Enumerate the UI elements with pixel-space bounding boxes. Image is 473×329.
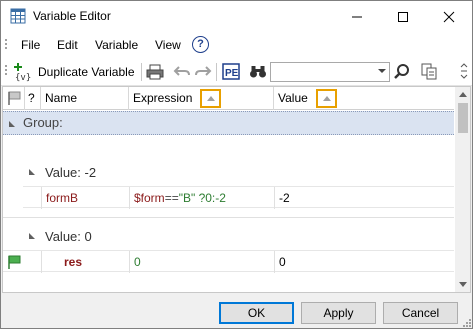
- minimize-icon: [352, 16, 362, 17]
- svg-text:{v}: {v}: [15, 73, 31, 82]
- svg-text:PE: PE: [225, 68, 239, 79]
- group-label: Group:: [23, 115, 63, 130]
- expr-rest: ?0:-2: [195, 191, 226, 205]
- group-row[interactable]: Group:: [3, 111, 454, 135]
- property-editor-icon[interactable]: PE: [222, 62, 240, 82]
- column-header-name[interactable]: Name: [41, 87, 129, 110]
- row-value-cell[interactable]: 0: [274, 251, 454, 273]
- menu-grip-handle[interactable]: [5, 39, 8, 51]
- scroll-thumb[interactable]: [458, 103, 468, 133]
- expr-string: "B": [178, 191, 196, 205]
- flag-header-icon: [8, 91, 21, 105]
- resize-grip-icon[interactable]: [462, 318, 472, 328]
- menu-file[interactable]: File: [21, 38, 40, 52]
- search-dropdown-icon[interactable]: [378, 69, 386, 73]
- row-flag-cell[interactable]: [3, 251, 41, 273]
- help-circle-icon[interactable]: ?: [192, 36, 209, 53]
- new-variable-icon[interactable]: {v}: [13, 62, 35, 82]
- sort-ascending-icon[interactable]: [200, 89, 221, 108]
- row-value-cell[interactable]: -2: [274, 187, 454, 209]
- subgroup-label: Value: 0: [45, 229, 92, 244]
- title-bar: Variable Editor: [1, 1, 472, 32]
- window-title: Variable Editor: [33, 9, 111, 23]
- row-name-cell[interactable]: res: [41, 251, 129, 273]
- table-row[interactable]: res 0 0: [3, 250, 454, 273]
- maximize-icon: [398, 11, 408, 22]
- row-expression-cell[interactable]: 0: [129, 251, 274, 273]
- copy-icon[interactable]: [420, 62, 438, 82]
- menu-view[interactable]: View: [155, 38, 181, 52]
- close-button[interactable]: [426, 1, 472, 32]
- toolbar-overflow-icon[interactable]: [459, 62, 469, 82]
- minimize-button[interactable]: [334, 1, 380, 32]
- column-header-expression[interactable]: Expression: [129, 87, 274, 110]
- duplicate-variable-button[interactable]: Duplicate Variable: [38, 65, 135, 79]
- table-row[interactable]: formB $form=="B" ?0:-2 -2: [23, 186, 454, 209]
- redo-icon[interactable]: [194, 62, 212, 82]
- collapse-triangle-icon[interactable]: [9, 121, 15, 127]
- scroll-down-icon[interactable]: [459, 282, 467, 287]
- search-go-icon[interactable]: [393, 62, 411, 82]
- toolbar: {v} Duplicate Variable PE: [1, 58, 472, 86]
- expr-operator: ==: [164, 191, 179, 205]
- column-header-expression-label: Expression: [133, 91, 193, 105]
- binoculars-find-icon[interactable]: [249, 62, 267, 82]
- toolbar-separator: [216, 63, 217, 81]
- cancel-button[interactable]: Cancel: [383, 302, 458, 324]
- apply-button[interactable]: Apply: [301, 302, 376, 324]
- toolbar-separator: [141, 63, 142, 81]
- menu-variable[interactable]: Variable: [95, 38, 138, 52]
- print-icon[interactable]: [146, 62, 164, 82]
- subgroup-label: Value: -2: [45, 165, 97, 180]
- menu-edit[interactable]: Edit: [57, 38, 78, 52]
- expr-variable: $form: [134, 191, 165, 205]
- divider: [3, 217, 454, 218]
- grid-header: ? Name Expression Value: [3, 87, 454, 110]
- flag-column-header[interactable]: [3, 87, 25, 110]
- menu-bar: File Edit Variable View ?: [1, 32, 472, 58]
- column-header-value[interactable]: Value: [274, 87, 454, 110]
- sort-ascending-icon[interactable]: [316, 89, 337, 108]
- collapse-triangle-icon[interactable]: [29, 233, 35, 239]
- maximize-button[interactable]: [380, 1, 426, 32]
- green-flag-icon: [8, 255, 21, 269]
- close-icon: [443, 11, 455, 22]
- row-flag-cell[interactable]: [23, 187, 41, 209]
- collapse-triangle-icon[interactable]: [29, 169, 35, 175]
- search-input[interactable]: [270, 62, 390, 82]
- undo-icon[interactable]: [173, 62, 191, 82]
- ok-button[interactable]: OK: [219, 302, 294, 324]
- vertical-scrollbar[interactable]: [455, 87, 470, 292]
- column-header-query[interactable]: ?: [25, 87, 41, 110]
- row-expression-cell[interactable]: $form=="B" ?0:-2: [129, 187, 274, 209]
- scroll-up-icon[interactable]: [459, 92, 467, 97]
- column-header-value-label: Value: [278, 91, 308, 105]
- row-name-cell[interactable]: formB: [41, 187, 129, 209]
- spreadsheet-app-icon: [10, 8, 26, 24]
- variable-editor-window: Variable Editor File Edit Variable View …: [0, 0, 473, 329]
- toolbar-grip-handle[interactable]: [5, 65, 8, 77]
- variable-grid: ? Name Expression Value Group: Value: -2…: [2, 86, 471, 293]
